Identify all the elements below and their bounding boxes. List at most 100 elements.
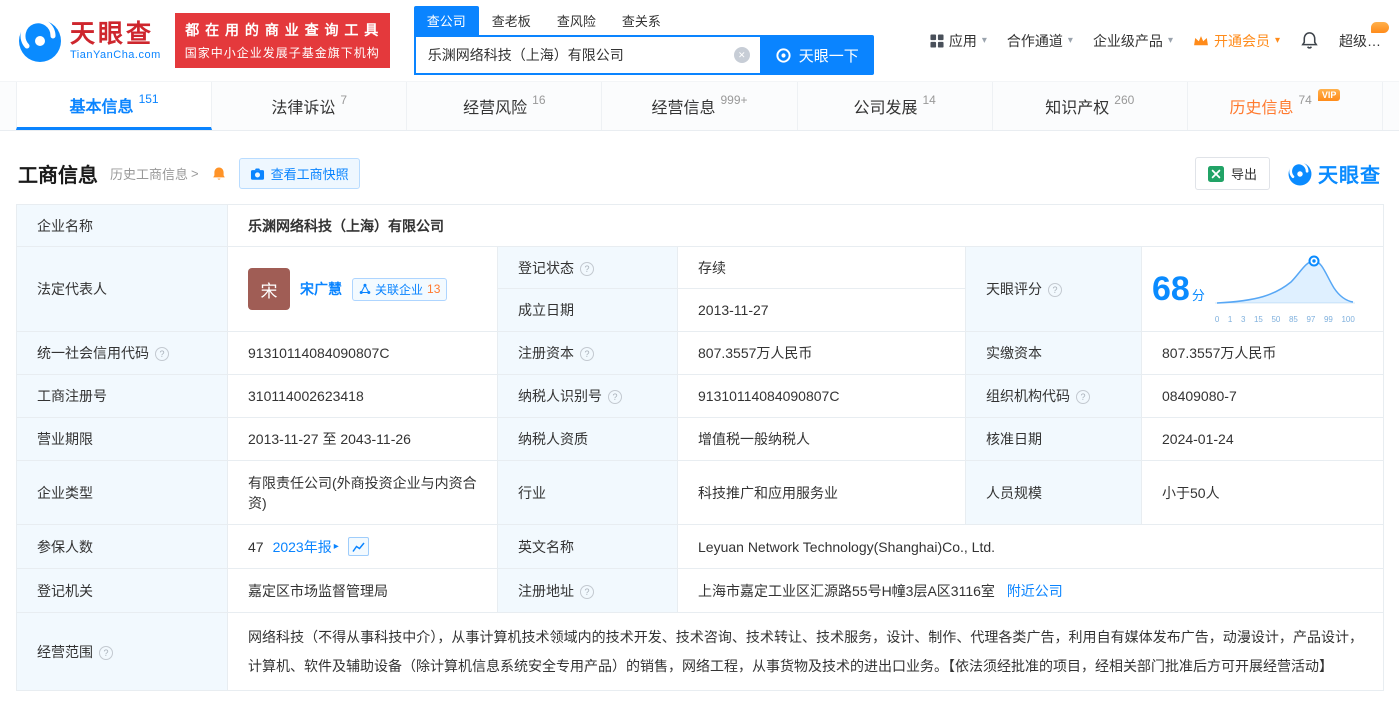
reg-address-cell: 上海市嘉定工业区汇源路55号H幢3层A区3116室 附近公司 — [678, 569, 1384, 613]
eye-logo-icon — [1288, 162, 1312, 186]
staff-size-value: 小于50人 — [1142, 461, 1384, 525]
tab-basic-info[interactable]: 基本信息 151 — [16, 82, 212, 130]
clear-search-icon[interactable]: ✕ — [734, 47, 750, 63]
watermark-label: 天眼查 — [1318, 159, 1381, 188]
related-companies-badge[interactable]: 关联企业 13 — [352, 278, 447, 301]
search-area: 查公司 查老板 查风险 查关系 ✕ 天眼一下 — [414, 6, 874, 75]
org-code-value: 08409080-7 — [1142, 375, 1384, 418]
score-axis: 0131550859799100 — [1215, 315, 1355, 324]
insured-trend-icon[interactable] — [348, 537, 369, 556]
row-credit-code: 统一社会信用代码? 91310114084090807C 注册资本? 807.3… — [17, 332, 1384, 375]
export-button[interactable]: 导出 — [1195, 157, 1270, 190]
field-label: 工商注册号 — [17, 375, 228, 418]
nav-open-vip[interactable]: 开通会员 ▾ — [1193, 31, 1280, 51]
slogan-line2: 国家中小企业发展子基金旗下机构 — [185, 44, 380, 61]
row-company-name: 企业名称 乐渊网络科技（上海）有限公司 — [17, 205, 1384, 247]
search-input[interactable] — [414, 35, 760, 75]
search-button[interactable]: 天眼一下 — [760, 35, 874, 75]
help-icon[interactable]: ? — [580, 347, 594, 361]
tab-business-risk[interactable]: 经营风险 16 — [407, 82, 602, 130]
tianyancha-logo[interactable]: 天眼查 TianYanCha.com — [18, 19, 161, 63]
industry-value: 科技推广和应用服务业 — [678, 461, 966, 525]
search-tab-risk[interactable]: 查风险 — [544, 6, 609, 35]
field-label: 行业 — [498, 461, 678, 525]
related-companies-count: 13 — [427, 282, 440, 296]
help-icon[interactable]: ? — [99, 646, 113, 660]
search-tab-boss[interactable]: 查老板 — [479, 6, 544, 35]
tab-count: 16 — [532, 93, 545, 107]
nav-vip-label: 开通会员 — [1214, 31, 1270, 51]
nav-cooperation[interactable]: 合作通道 ▾ — [1007, 31, 1073, 51]
vip-badge: VIP — [1318, 89, 1341, 101]
field-label: 注册资本? — [498, 332, 678, 375]
company-type-value: 有限责任公司(外商投资企业与内资合资) — [228, 461, 498, 525]
monitor-bell-icon[interactable] — [211, 166, 227, 182]
tab-company-development[interactable]: 公司发展 14 — [798, 82, 993, 130]
crown-icon — [1193, 34, 1209, 47]
line-chart-icon — [352, 541, 365, 553]
tab-count: 999+ — [720, 93, 747, 107]
company-tabs-bar: 基本信息 151 法律诉讼 7 经营风险 16 经营信息 999+ 公司发展 1… — [0, 81, 1399, 131]
legal-rep-avatar[interactable]: 宋 — [248, 268, 290, 310]
camera-icon — [250, 167, 265, 181]
field-label: 组织机构代码? — [966, 375, 1142, 418]
snapshot-button[interactable]: 查看工商快照 — [239, 158, 360, 189]
field-label: 核准日期 — [966, 418, 1142, 461]
establish-date-value: 2013-11-27 — [678, 289, 966, 332]
field-label: 企业名称 — [17, 205, 228, 247]
row-insured-count: 参保人数 47 2023年报 ▸ 英文名称 Leyuan Network — [17, 525, 1384, 569]
vip-corner-badge — [1371, 22, 1389, 33]
tab-history-info[interactable]: 历史信息 74 VIP — [1188, 82, 1383, 130]
legal-rep-cell: 宋 宋广慧 关联企业 13 — [228, 247, 498, 332]
help-icon[interactable]: ? — [155, 347, 169, 361]
field-label: 营业期限 — [17, 418, 228, 461]
nav-notifications[interactable] — [1300, 31, 1319, 50]
nav-super-vip[interactable]: 超级… — [1339, 31, 1381, 51]
annual-report-link[interactable]: 2023年报 ▸ — [273, 537, 339, 557]
excel-icon — [1208, 166, 1224, 182]
help-icon[interactable]: ? — [608, 390, 622, 404]
tab-count: 14 — [922, 93, 935, 107]
legal-rep-name-link[interactable]: 宋广慧 — [300, 279, 342, 299]
english-name-value: Leyuan Network Technology(Shanghai)Co., … — [678, 525, 1384, 569]
company-name-value: 乐渊网络科技（上海）有限公司 — [228, 205, 1384, 247]
score-cell: 68分 0131550859799100 — [1142, 247, 1384, 332]
tab-legal-proceedings[interactable]: 法律诉讼 7 — [212, 82, 407, 130]
slogan-line1: 都 在 用 的 商 业 查 询 工 具 — [185, 20, 380, 40]
caret-right-icon: ▸ — [334, 541, 339, 552]
tab-count: 74 — [1298, 93, 1311, 107]
help-icon[interactable]: ? — [580, 585, 594, 599]
section-title: 工商信息 — [18, 159, 98, 188]
nav-app[interactable]: 应用 ▾ — [930, 31, 987, 51]
tab-business-info[interactable]: 经营信息 999+ — [602, 82, 797, 130]
section-head: 工商信息 历史工商信息 > 查看工商快照 导出 — [18, 157, 1381, 190]
help-icon[interactable]: ? — [580, 262, 594, 276]
chevron-down-icon: ▾ — [1168, 35, 1173, 46]
chevron-down-icon: ▾ — [982, 35, 987, 46]
tab-count: 260 — [1114, 93, 1134, 107]
snapshot-button-label: 查看工商快照 — [271, 164, 349, 183]
reg-status-value: 存续 — [678, 247, 966, 289]
nearby-companies-link[interactable]: 附近公司 — [1007, 583, 1063, 599]
field-label: 人员规模 — [966, 461, 1142, 525]
search-tab-relation[interactable]: 查关系 — [609, 6, 674, 35]
help-icon[interactable]: ? — [1076, 390, 1090, 404]
row-company-type: 企业类型 有限责任公司(外商投资企业与内资合资) 行业 科技推广和应用服务业 人… — [17, 461, 1384, 525]
reg-capital-value: 807.3557万人民币 — [678, 332, 966, 375]
field-label: 天眼评分? — [966, 247, 1142, 332]
field-label: 统一社会信用代码? — [17, 332, 228, 375]
nav-enterprise-products[interactable]: 企业级产品 ▾ — [1093, 31, 1173, 51]
tab-count: 151 — [139, 92, 159, 106]
eye-logo-icon — [18, 19, 62, 63]
tab-intellectual-property[interactable]: 知识产权 260 — [993, 82, 1188, 130]
field-label: 登记机关 — [17, 569, 228, 613]
search-tab-company[interactable]: 查公司 — [414, 6, 479, 35]
taxpayer-quality-value: 增值税一般纳税人 — [678, 418, 966, 461]
field-label: 登记状态? — [498, 247, 678, 289]
help-icon[interactable]: ? — [1048, 283, 1062, 297]
eye-logo-icon — [775, 47, 792, 64]
search-button-label: 天眼一下 — [799, 45, 859, 66]
row-business-scope: 经营范围? 网络科技（不得从事科技中介），从事计算机技术领域内的技术开发、技术咨… — [17, 613, 1384, 691]
history-business-info-link[interactable]: 历史工商信息 > — [110, 164, 199, 183]
nav-cooperation-label: 合作通道 — [1007, 31, 1063, 51]
